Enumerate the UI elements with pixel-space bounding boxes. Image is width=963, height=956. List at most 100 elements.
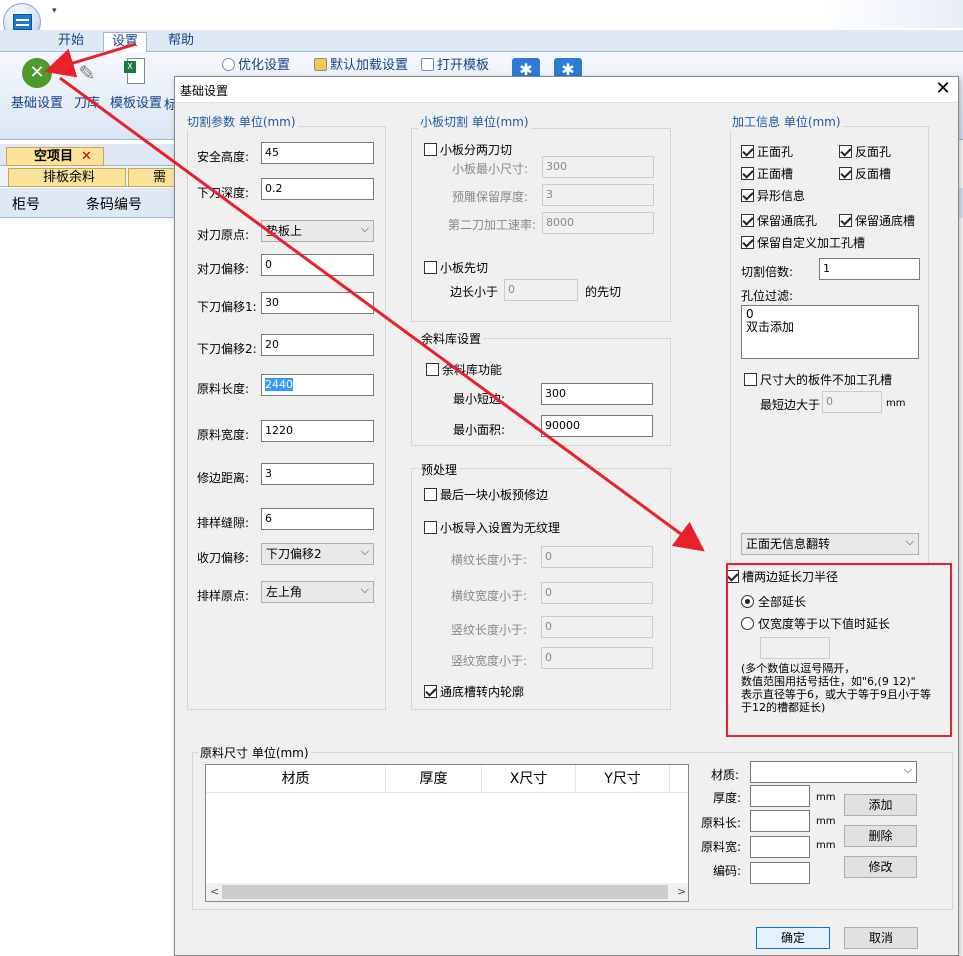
raw-length-label: 原料长: [701,816,742,830]
col-barcode[interactable]: 条码编号 [86,194,142,214]
retract-offset-select[interactable]: 下刀偏移2 ⌵ [261,543,374,565]
front-groove-checkbox[interactable]: 正面槽 [741,166,793,182]
scroll-right-icon[interactable]: > [677,883,686,901]
material-select[interactable]: ⌵ [750,761,917,783]
edge-less-label: 边长小于 [450,285,499,299]
tab-empty-project[interactable]: 空项目 ✕ [6,147,104,166]
modify-button[interactable]: 修改 [844,856,917,878]
v-len-label: 竖纹长度小于: [451,623,528,637]
layout-gap-label: 排样缝隙: [197,516,250,530]
keep-through-groove-checkbox[interactable]: 保留通底槽 [839,213,915,229]
menu-start[interactable]: 开始 [50,32,92,52]
shape-info-checkbox[interactable]: 异形信息 [741,188,805,204]
menu-settings[interactable]: 设置 [103,32,148,52]
trim-distance-field[interactable]: 3 [261,463,374,485]
thickness-unit: mm [816,792,836,803]
remnant-min-area-field[interactable]: 90000 [541,415,653,437]
layout-origin-select[interactable]: 左上角 ⌵ [261,581,374,603]
second-speed-field[interactable]: 8000 [542,212,654,234]
edge-less-field[interactable]: 0 [504,279,578,301]
tab-remnant-layout[interactable]: 排板余料 [8,168,126,187]
v-wid-field[interactable]: 0 [541,647,653,669]
raw-width-label: 原料宽度: [197,428,250,442]
excel-icon: X [124,58,145,84]
keep-custom-checkbox[interactable]: 保留自定义加工孔槽 [741,235,865,251]
min-size-field[interactable]: 300 [542,156,654,178]
two-cut-checkbox[interactable]: 小板分两刀切 [424,142,512,158]
no-grain-checkbox[interactable]: 小板导入设置为无纹理 [424,520,560,536]
code-field[interactable] [750,862,810,884]
first-cut-checkbox[interactable]: 小板先切 [424,260,488,276]
basic-settings-button[interactable]: ✕ 基础设置 [8,58,66,111]
remnant-min-area-label: 最小面积: [453,423,506,437]
remnant-enable-checkbox[interactable]: 余料库功能 [426,362,502,378]
cut-offset-2-field[interactable]: 20 [261,334,374,356]
delete-button[interactable]: 删除 [844,825,917,847]
multiple-field[interactable]: 1 [819,258,920,280]
raw-width-field[interactable] [750,836,810,858]
tool-origin-select[interactable]: 垫板上 ⌵ [261,220,374,242]
raw-size-table-header: 材质 厚度 X尺寸 Y尺寸 [206,765,688,793]
h-wid-field[interactable]: 0 [541,582,653,604]
optimize-settings-button[interactable]: 优化设置 [222,56,290,76]
chevron-down-icon: ⌵ [360,545,369,558]
min-short-edge-unit: mm [886,398,906,409]
tab-demand[interactable]: 需 [128,168,176,187]
title-bar-gradient [820,0,963,28]
v-len-field[interactable]: 0 [541,616,653,638]
hole-filter-list[interactable]: 0 双击添加 [741,305,919,359]
tool-offset-field[interactable]: 0 [261,254,374,276]
ok-button[interactable]: 确定 [756,927,830,949]
code-label: 编码: [713,864,742,878]
reserve-thickness-field[interactable]: 3 [542,184,654,206]
raw-length-field[interactable] [750,810,810,832]
scrollbar-thumb[interactable] [222,885,668,899]
trim-distance-label: 修边距离: [197,471,250,485]
tool-offset-label: 对刀偏移: [197,262,250,276]
dialog-title: 基础设置 [180,84,229,98]
col-thickness[interactable]: 厚度 [386,765,482,793]
layout-gap-field[interactable]: 6 [261,508,374,530]
safety-height-field[interactable]: 45 [261,142,374,164]
menu-help[interactable]: 帮助 [160,32,202,52]
col-material[interactable]: 材质 [206,765,386,793]
edge-suffix-label: 的先切 [585,285,622,299]
back-hole-checkbox[interactable]: 反面孔 [839,144,891,160]
thickness-field[interactable] [750,785,810,807]
scroll-left-icon[interactable]: < [210,883,219,901]
h-len-field[interactable]: 0 [541,546,653,568]
multiple-label: 切割倍数: [741,265,794,279]
col-x-size[interactable]: X尺寸 [482,765,576,793]
oversize-checkbox[interactable]: 尺寸大的板件不加工孔槽 [744,372,892,388]
front-hole-checkbox[interactable]: 正面孔 [741,144,793,160]
cut-depth-field[interactable]: 0.2 [261,178,374,200]
quick-access-dropdown[interactable]: ▾ [52,6,57,16]
min-size-label: 小板最小尺寸: [452,162,529,176]
groove-contour-checkbox[interactable]: 通底槽转内轮廓 [424,684,524,700]
min-short-edge-label: 最短边大于 [760,398,821,412]
col-y-size[interactable]: Y尺寸 [576,765,670,793]
raw-width-field[interactable]: 1220 [261,420,374,442]
add-button[interactable]: 添加 [844,794,917,816]
raw-length-field[interactable]: 2440 [261,374,374,396]
flip-select[interactable]: 正面无信息翻转 ⌵ [741,533,919,555]
default-load-settings-button[interactable]: 默认加载设置 [314,56,408,76]
dialog-close-button[interactable]: ✕ [930,78,956,100]
raw-width-label: 原料宽: [701,840,742,854]
tool-library-button[interactable]: ✎ 刀库 [70,58,104,111]
raw-width-unit: mm [816,840,836,851]
cancel-button[interactable]: 取消 [844,927,918,949]
chevron-down-icon: ⌵ [903,763,912,776]
back-groove-checkbox[interactable]: 反面槽 [839,166,891,182]
open-template-button[interactable]: 打开模板 [421,56,489,76]
last-trim-checkbox[interactable]: 最后一块小板预修边 [424,487,548,503]
min-short-edge-field[interactable]: 0 [822,391,882,413]
cut-offset-1-field[interactable]: 30 [261,292,374,314]
chevron-down-icon: ⌵ [905,535,914,548]
close-tab-icon[interactable]: ✕ [81,149,92,164]
remnant-min-short-field[interactable]: 300 [541,383,653,405]
reserve-thickness-label: 预雕保留厚度: [452,190,529,204]
template-settings-button[interactable]: X 模板设置 [108,58,164,111]
keep-through-hole-checkbox[interactable]: 保留通底孔 [741,213,817,229]
col-cabinet-no[interactable]: 柜号 [12,194,40,214]
